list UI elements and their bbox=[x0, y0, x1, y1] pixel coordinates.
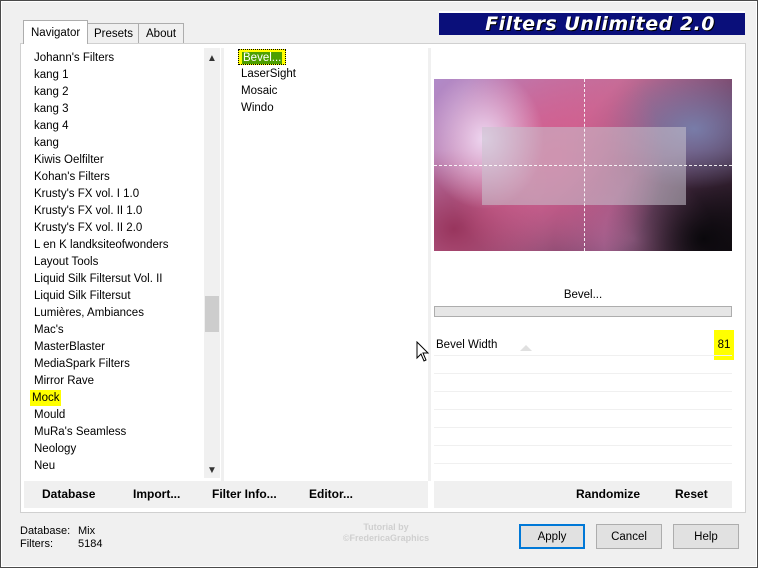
database-label: Database: bbox=[20, 525, 71, 537]
list-item[interactable]: Mirror Rave bbox=[32, 373, 96, 389]
preview-crosshair-h bbox=[434, 165, 732, 166]
list-item[interactable]: Mac's bbox=[32, 322, 66, 338]
list-item[interactable]: Lumières, Ambiances bbox=[32, 305, 146, 321]
empty-parameter-row bbox=[434, 409, 732, 410]
list-item[interactable]: MediaSpark Filters bbox=[32, 356, 132, 372]
filters-unlimited-dialog: Filters Unlimited 2.0 Navigator Presets … bbox=[0, 0, 758, 568]
divider bbox=[221, 48, 224, 481]
list-item[interactable]: Neology bbox=[32, 441, 78, 457]
help-button[interactable]: Help bbox=[673, 524, 739, 549]
list-item[interactable]: MuRa's Seamless bbox=[32, 424, 128, 440]
empty-parameter-row bbox=[434, 373, 732, 374]
list-item[interactable]: Layout Tools bbox=[32, 254, 100, 270]
filter-info-button[interactable]: Filter Info... bbox=[212, 481, 277, 508]
empty-parameter-row bbox=[434, 427, 732, 428]
scroll-thumb[interactable] bbox=[205, 296, 219, 332]
list-item[interactable]: LaserSight bbox=[238, 66, 299, 82]
empty-parameter-row bbox=[434, 463, 732, 464]
list-item[interactable]: L en K landksiteofwonders bbox=[32, 237, 170, 253]
preview-crosshair-v bbox=[584, 79, 585, 251]
import-button[interactable]: Import... bbox=[133, 481, 180, 508]
parameter-label: Bevel Width bbox=[436, 339, 498, 351]
empty-parameter-row bbox=[434, 391, 732, 392]
scroll-down-icon[interactable]: ▼ bbox=[204, 462, 220, 478]
list-item[interactable]: kang 3 bbox=[32, 101, 71, 117]
parameter-row-bevel-width[interactable]: Bevel Width 81 bbox=[434, 330, 734, 360]
list-item[interactable]: Johann's Filters bbox=[32, 50, 116, 66]
filters-label: Filters: bbox=[20, 538, 53, 550]
mouse-cursor-icon bbox=[416, 341, 430, 362]
list-item[interactable]: Krusty's FX vol. I 1.0 bbox=[32, 186, 141, 202]
database-button[interactable]: Database bbox=[42, 481, 95, 508]
list-item[interactable]: Mould bbox=[32, 407, 67, 423]
scroll-up-icon[interactable]: ▲ bbox=[204, 50, 220, 66]
randomize-button[interactable]: Randomize bbox=[576, 481, 640, 508]
dialog-title: Filters Unlimited 2.0 bbox=[485, 13, 715, 35]
list-item[interactable]: kang 4 bbox=[32, 118, 71, 134]
left-toolbar: Database Import... Filter Info... Editor… bbox=[24, 481, 428, 508]
title-banner: Filters Unlimited 2.0 bbox=[439, 11, 745, 35]
category-scrollbar[interactable]: ▲ ▼ bbox=[204, 48, 220, 478]
editor-button[interactable]: Editor... bbox=[309, 481, 353, 508]
filter-list[interactable]: Bevel... LaserSight Mosaic Windo bbox=[230, 48, 428, 478]
list-item[interactable]: Liquid Silk Filtersut bbox=[32, 288, 133, 304]
filter-label: Bevel... bbox=[242, 52, 283, 64]
filters-count: 5184 bbox=[78, 538, 103, 550]
list-item[interactable]: kang 2 bbox=[32, 84, 71, 100]
empty-parameter-row bbox=[434, 445, 732, 446]
list-item[interactable]: Krusty's FX vol. II 2.0 bbox=[32, 220, 144, 236]
tab-about[interactable]: About bbox=[138, 23, 185, 43]
preview-image[interactable] bbox=[434, 79, 732, 251]
empty-parameter-row bbox=[434, 355, 732, 356]
right-toolbar: Randomize Reset bbox=[434, 481, 732, 508]
list-item[interactable]: kang 1 bbox=[32, 67, 71, 83]
database-value: Mix bbox=[78, 525, 96, 537]
list-item[interactable]: MasterBlaster bbox=[32, 339, 107, 355]
tab-navigator[interactable]: Navigator bbox=[23, 20, 89, 44]
list-item[interactable]: Krusty's FX vol. II 1.0 bbox=[32, 203, 144, 219]
list-item[interactable]: Kohan's Filters bbox=[32, 169, 112, 185]
reset-button[interactable]: Reset bbox=[675, 481, 708, 508]
cancel-button[interactable]: Cancel bbox=[596, 524, 662, 549]
list-item-selected[interactable]: Mock bbox=[30, 390, 62, 406]
slider-marker-icon[interactable] bbox=[520, 345, 532, 351]
list-item[interactable]: Liquid Silk Filtersut Vol. II bbox=[32, 271, 164, 287]
apply-button[interactable]: Apply bbox=[519, 524, 585, 549]
tab-presets[interactable]: Presets bbox=[86, 23, 141, 43]
list-item[interactable]: Mosaic bbox=[238, 83, 280, 99]
watermark: Tutorial by ©FredericaGraphics bbox=[342, 522, 430, 543]
list-item[interactable]: Windo bbox=[238, 100, 277, 116]
category-list[interactable]: Johann's Filters kang 1 kang 2 kang 3 ka… bbox=[24, 48, 204, 478]
divider bbox=[428, 48, 431, 481]
filter-name-button[interactable]: Bevel... bbox=[434, 282, 732, 307]
progress-track bbox=[434, 306, 732, 317]
list-item[interactable]: Neu bbox=[32, 458, 57, 474]
list-item-selected[interactable]: Bevel... bbox=[238, 49, 287, 65]
list-item[interactable]: kang bbox=[32, 135, 61, 151]
list-item[interactable]: Kiwis Oelfilter bbox=[32, 152, 106, 168]
